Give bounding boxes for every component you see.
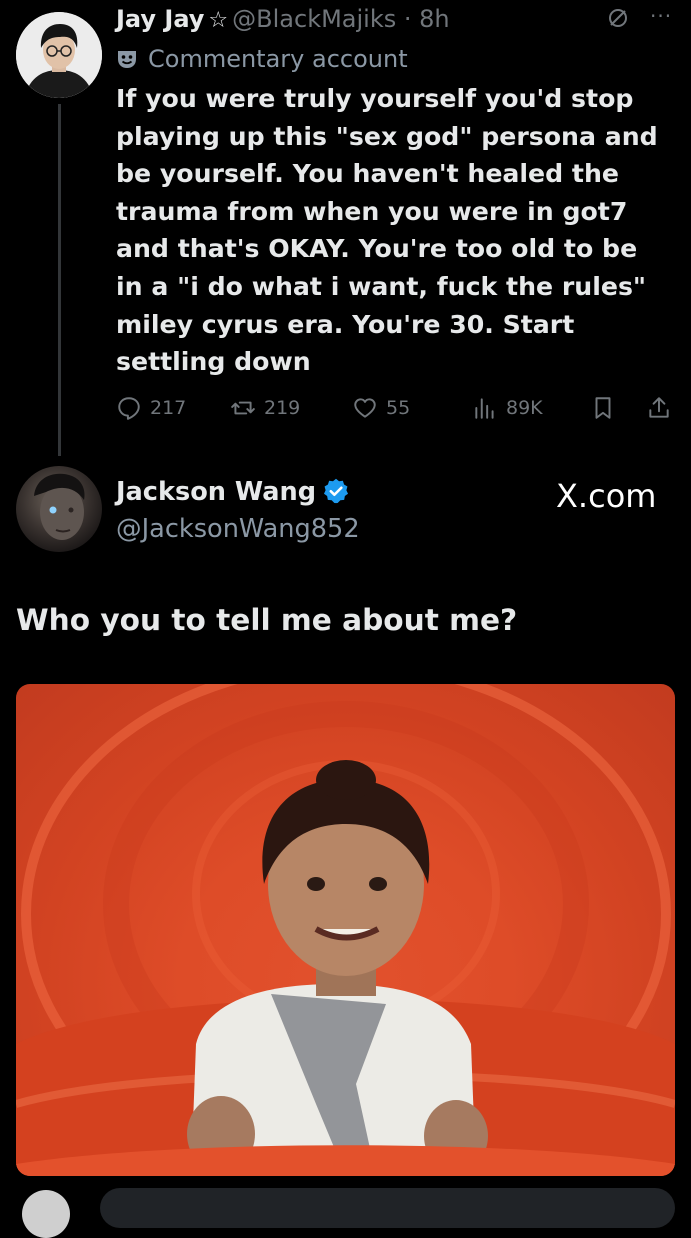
- share-button[interactable]: [646, 388, 680, 428]
- more-options-icon[interactable]: ···: [650, 4, 672, 28]
- display-name[interactable]: Jay Jay: [116, 5, 204, 33]
- like-button[interactable]: 55: [352, 388, 410, 428]
- repost-button[interactable]: 219: [230, 388, 300, 428]
- avatar[interactable]: [22, 1190, 70, 1238]
- commentary-label: Commentary account: [116, 44, 408, 74]
- theater-mask-icon: [118, 51, 136, 68]
- repost-count: 219: [264, 397, 301, 419]
- tweet-author-line: Jackson Wang: [116, 476, 350, 508]
- star-icon: ☆: [208, 8, 229, 33]
- commentary-text: Commentary account: [148, 45, 408, 73]
- views-button[interactable]: 89K: [472, 388, 543, 428]
- view-count: 89K: [506, 397, 543, 419]
- repost-icon: [231, 401, 255, 415]
- avatar[interactable]: [16, 12, 102, 98]
- bookmark-button[interactable]: [590, 388, 624, 428]
- reply-button[interactable]: 217: [116, 388, 186, 428]
- like-count: 55: [386, 397, 411, 419]
- tweet-text: If you were truly yourself you'd stop pl…: [116, 84, 658, 377]
- avatar-photo: [16, 12, 102, 98]
- verified-badge-icon: [324, 478, 349, 504]
- tweet-actions: 217 219 55 89K: [116, 388, 676, 428]
- reply-input-bar[interactable]: [100, 1188, 675, 1228]
- handle-timestamp[interactable]: @BlackMajiks · 8h: [232, 5, 449, 33]
- thread-line: [58, 104, 61, 456]
- heart-icon: [354, 398, 376, 418]
- share-icon: [649, 397, 669, 418]
- reply-count: 217: [150, 397, 187, 419]
- display-name[interactable]: Jackson Wang: [116, 477, 316, 507]
- tweet-text: Who you to tell me about me?: [16, 603, 518, 637]
- grok-icon[interactable]: [606, 6, 630, 30]
- avatar-photo: [34, 473, 85, 540]
- media-gif[interactable]: [16, 684, 675, 1176]
- gif-image: [16, 684, 675, 1176]
- tweet-author-line: Jay Jay ☆ @BlackMajiks · 8h: [116, 4, 450, 36]
- handle[interactable]: @JacksonWang852: [116, 512, 360, 546]
- avatar[interactable]: [16, 466, 102, 552]
- bookmark-icon: [595, 397, 611, 419]
- x-logo-source: X.com: [556, 477, 657, 515]
- views-icon: [475, 398, 494, 419]
- reply-icon: [118, 397, 140, 420]
